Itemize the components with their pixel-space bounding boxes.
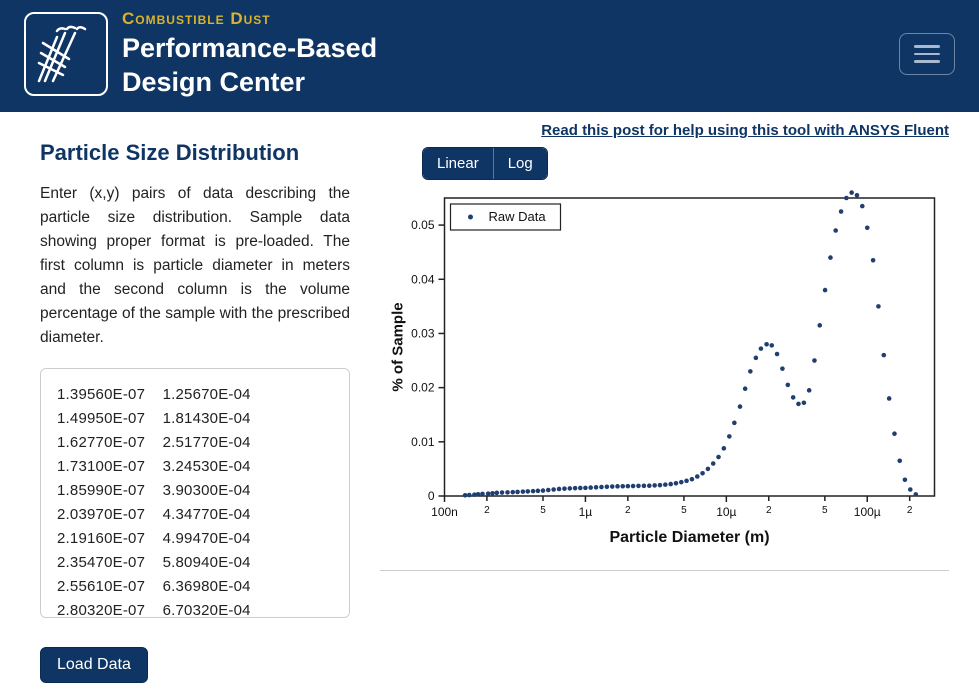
svg-text:2: 2 bbox=[625, 505, 631, 516]
svg-text:Raw Data: Raw Data bbox=[489, 209, 547, 224]
svg-text:5: 5 bbox=[681, 505, 687, 516]
svg-text:2: 2 bbox=[907, 505, 913, 516]
load-data-button[interactable]: Load Data bbox=[40, 647, 148, 683]
svg-text:10µ: 10µ bbox=[716, 505, 736, 519]
svg-text:100µ: 100µ bbox=[854, 505, 881, 519]
logo-icon bbox=[35, 23, 97, 85]
scale-log-button[interactable]: Log bbox=[493, 148, 547, 179]
svg-text:0: 0 bbox=[428, 489, 435, 503]
scale-toggle: Linear Log bbox=[422, 147, 548, 180]
svg-text:5: 5 bbox=[822, 505, 828, 516]
section-title: Particle Size Distribution bbox=[40, 140, 350, 166]
logo bbox=[24, 12, 108, 96]
svg-text:0.01: 0.01 bbox=[411, 435, 435, 449]
svg-text:1µ: 1µ bbox=[579, 505, 593, 519]
svg-text:Particle Diameter (m): Particle Diameter (m) bbox=[609, 529, 769, 546]
data-input[interactable] bbox=[40, 368, 350, 618]
brand: Combustible Dust Performance-Based Desig… bbox=[24, 9, 377, 98]
help-link[interactable]: Read this post for help using this tool … bbox=[380, 122, 949, 139]
svg-text:5: 5 bbox=[540, 505, 546, 516]
chart-svg: 0 0.01 0.02 0.03 0.04 0.05 100n 1µ 10µ 100µ 2 5 2 5 2 5… bbox=[380, 186, 949, 556]
chart: 0 0.01 0.02 0.03 0.04 0.05 100n 1µ 10µ 100µ 2 5 2 5 2 5… bbox=[380, 186, 949, 556]
svg-text:100n: 100n bbox=[431, 505, 458, 519]
brand-top: Combustible Dust bbox=[122, 9, 377, 29]
svg-text:0.04: 0.04 bbox=[411, 272, 435, 286]
scale-linear-button[interactable]: Linear bbox=[423, 148, 493, 179]
separator bbox=[380, 570, 949, 571]
svg-text:0.03: 0.03 bbox=[411, 326, 435, 340]
hamburger-icon bbox=[914, 45, 940, 48]
section-description: Enter (x,y) pairs of data describing the… bbox=[40, 182, 350, 350]
brand-line2: Design Center bbox=[122, 66, 377, 98]
menu-button[interactable] bbox=[899, 33, 955, 75]
brand-line1: Performance-Based bbox=[122, 32, 377, 64]
app-header: Combustible Dust Performance-Based Desig… bbox=[0, 0, 979, 112]
svg-text:% of Sample: % of Sample bbox=[390, 302, 407, 391]
svg-text:0.05: 0.05 bbox=[411, 218, 435, 232]
svg-text:2: 2 bbox=[766, 505, 772, 516]
svg-text:2: 2 bbox=[484, 505, 490, 516]
svg-text:0.02: 0.02 bbox=[411, 381, 435, 395]
